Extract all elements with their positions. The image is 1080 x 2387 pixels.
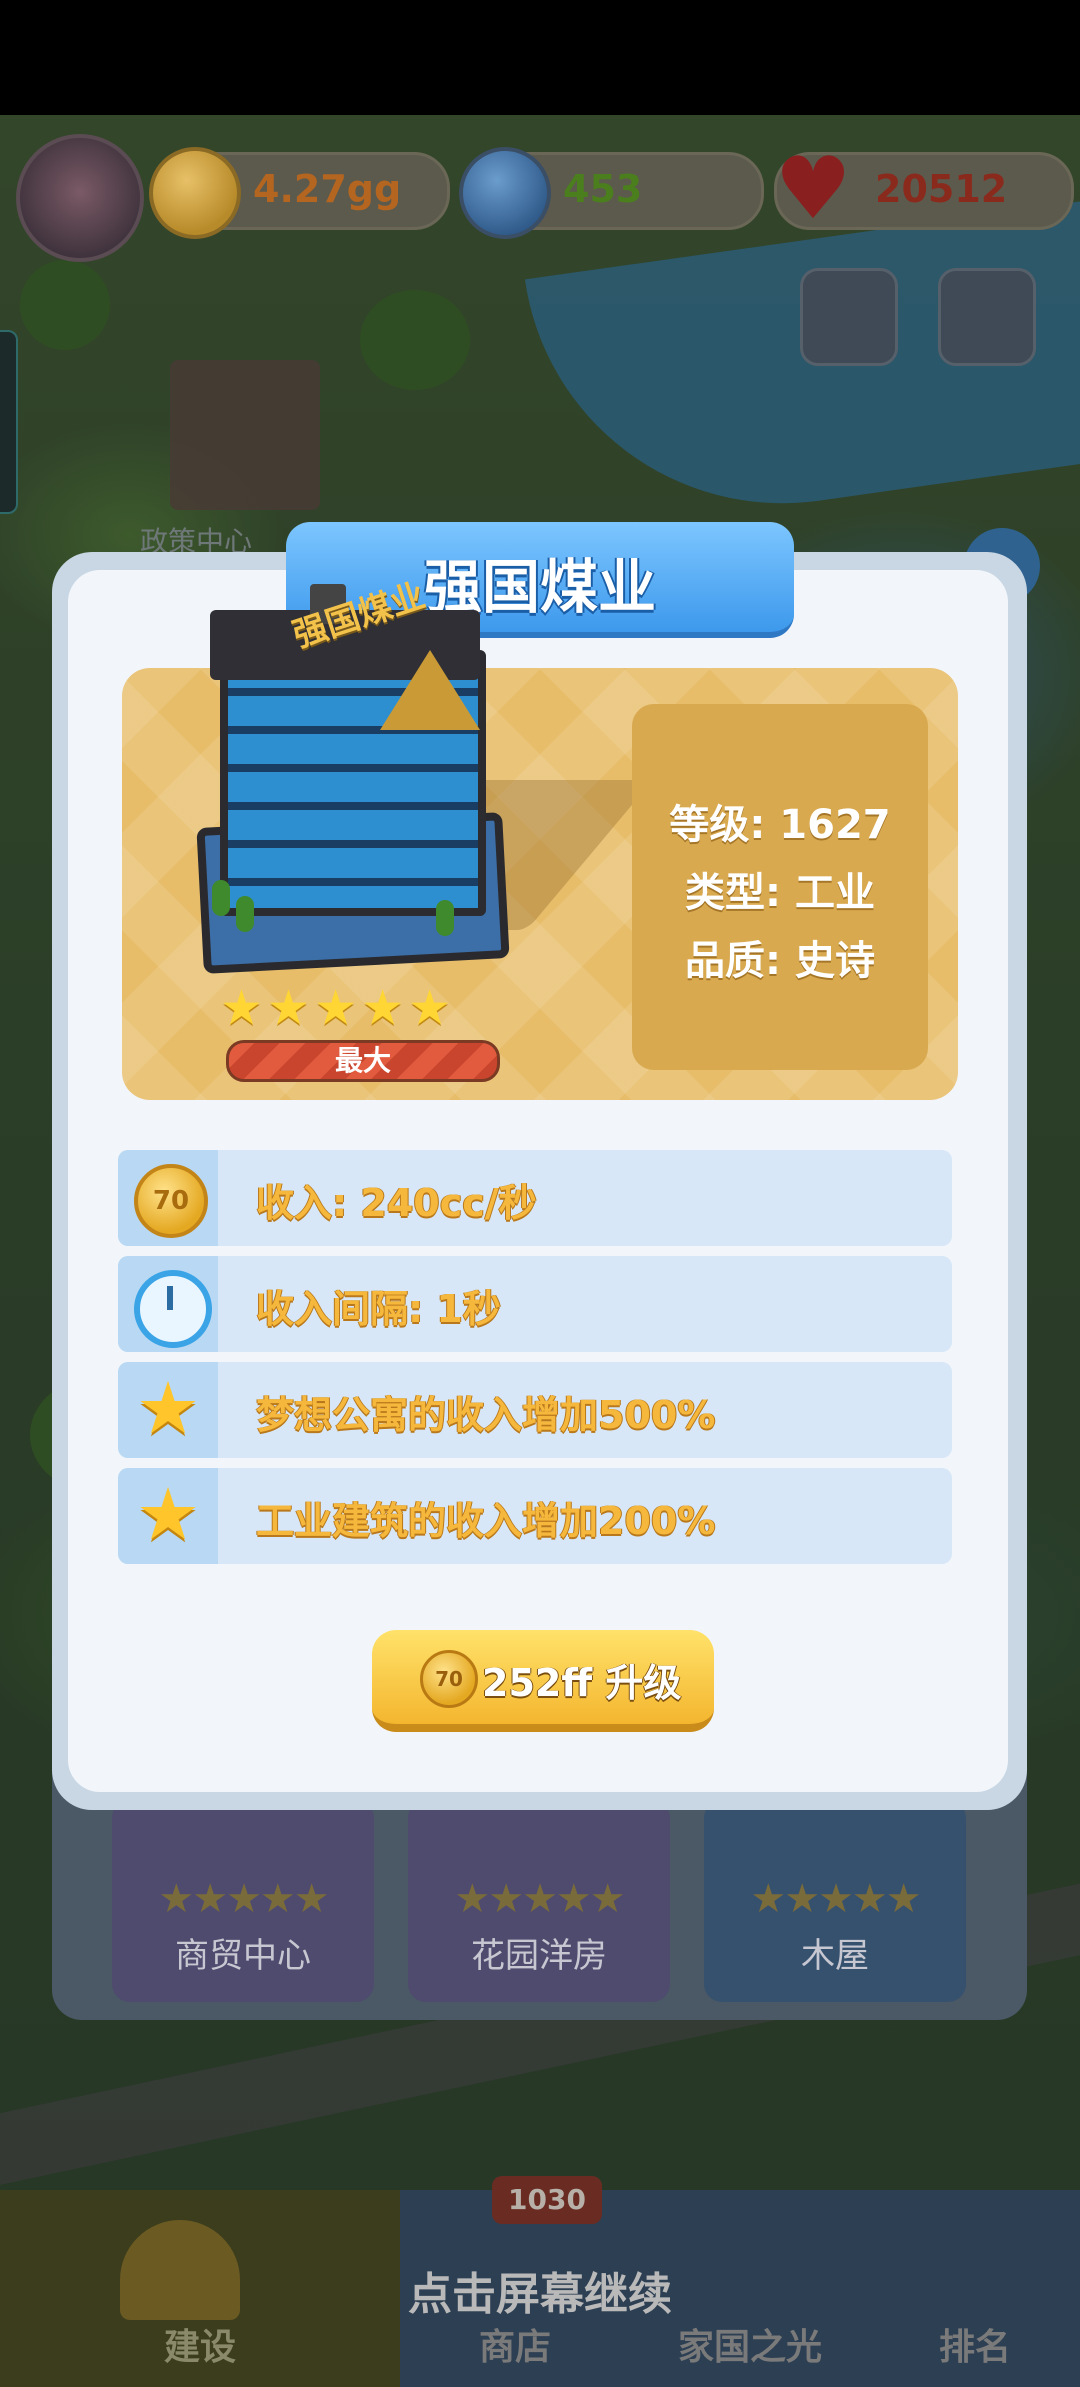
bonus-row: ★ 梦想公寓的收入增加500%: [118, 1362, 952, 1458]
policy-center-building: [170, 360, 320, 510]
coin-icon: 70: [134, 1164, 208, 1238]
shrub: [236, 896, 254, 932]
coin-balance[interactable]: 4.27gg: [149, 147, 450, 239]
star-balance[interactable]: 453: [459, 147, 764, 239]
card-stars: ★★★★★: [750, 1876, 921, 1922]
type-stat: 类型: 工业: [685, 870, 875, 916]
building-stars: ★★★★★: [220, 980, 456, 1036]
shop-badge: 1030: [492, 2176, 602, 2224]
heart-value: 20512: [875, 167, 1008, 211]
star-icon: ★: [135, 1472, 201, 1556]
income-text: 收入: 240cc/秒: [256, 1181, 537, 1225]
star-icon: ★: [135, 1366, 201, 1450]
nav-shop-label: 商店: [478, 2327, 551, 2368]
status-bar: [0, 0, 1080, 115]
building-logo-triangle: [380, 650, 480, 730]
income-interval-row: 收入间隔: 1秒: [118, 1256, 952, 1352]
coin-icon: 70: [420, 1650, 478, 1708]
bonus-text: 工业建筑的收入增加200%: [256, 1499, 716, 1543]
building-card[interactable]: ★★★★★ 花园洋房: [408, 1800, 670, 2002]
shrub: [436, 900, 454, 936]
income-row: 70 收入: 240cc/秒: [118, 1150, 952, 1246]
star-badge-icon: [459, 147, 551, 239]
building-card[interactable]: ★★★★★ 木屋: [704, 1800, 966, 2002]
card-name: 花园洋房: [471, 1936, 607, 1976]
tree: [20, 260, 110, 350]
card-stars: ★★★★★: [158, 1876, 329, 1922]
max-level-bar: 最大: [226, 1040, 500, 1082]
building-card[interactable]: ★★★★★ 商贸中心: [112, 1800, 374, 2002]
nav-rank-label: 排名: [938, 2327, 1011, 2368]
bonus-text: 梦想公寓的收入增加500%: [256, 1393, 716, 1437]
level-stat: 等级: 1627: [669, 802, 891, 848]
heart-balance[interactable]: ♥ 20512: [774, 146, 1074, 232]
shrub: [212, 880, 230, 916]
tree: [360, 290, 470, 390]
bonus-row: ★ 工业建筑的收入增加200%: [118, 1468, 952, 1564]
heart-icon: ♥: [774, 139, 852, 239]
player-avatar[interactable]: [16, 134, 144, 262]
event-button[interactable]: [800, 268, 898, 366]
coin-icon: [149, 147, 241, 239]
clock-icon: [134, 1270, 212, 1348]
side-tab[interactable]: [0, 330, 18, 514]
card-name: 商贸中心: [175, 1936, 311, 1976]
upgrade-button[interactable]: 70 252ff 升级: [372, 1630, 714, 1732]
card-name: 木屋: [801, 1936, 869, 1976]
nav-build-label: 建设: [163, 2327, 236, 2368]
coin-value: 4.27gg: [253, 167, 402, 211]
card-stars: ★★★★★: [454, 1876, 625, 1922]
calendar-button[interactable]: [938, 268, 1036, 366]
tap-to-continue-hint[interactable]: 点击屏幕继续: [0, 2258, 1080, 2322]
quality-stat: 品质: 史诗: [685, 938, 875, 984]
income-interval-text: 收入间隔: 1秒: [256, 1287, 501, 1331]
upgrade-button-label: 252ff 升级: [482, 1661, 682, 1705]
star-value: 453: [563, 167, 643, 211]
nav-home-light-label: 家国之光: [677, 2327, 822, 2368]
